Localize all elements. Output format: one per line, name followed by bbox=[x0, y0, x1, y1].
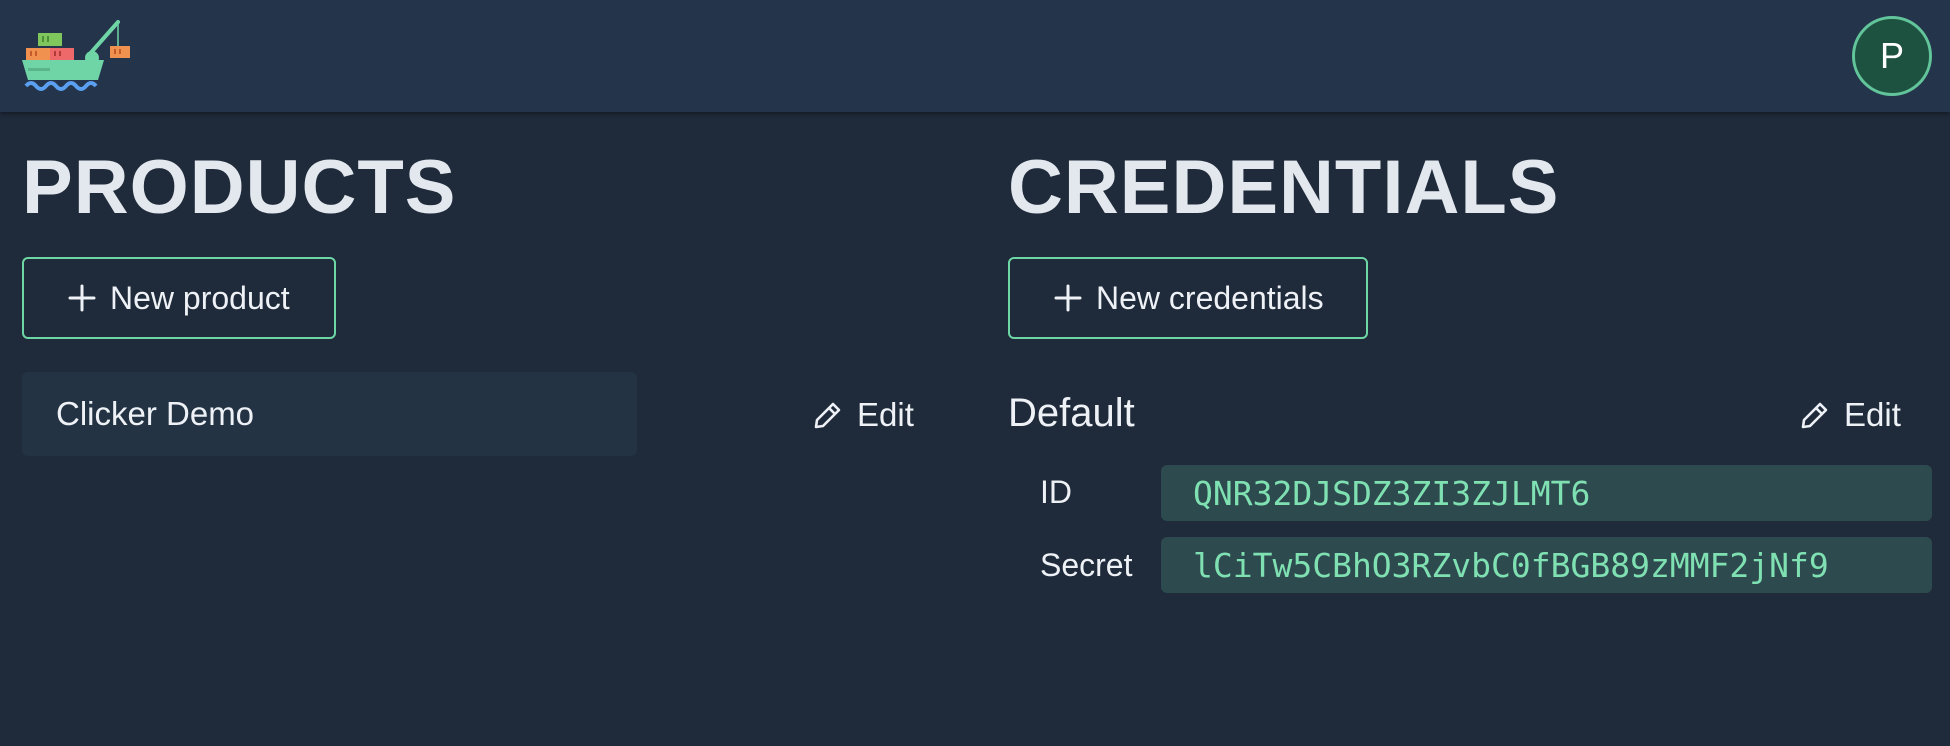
id-value-field[interactable]: QNR32DJSDZ3ZI3ZJLMT6 bbox=[1161, 465, 1932, 521]
secret-value-field[interactable]: lCiTw5CBhO3RZvbC0fBGB89zMMF2jNf9 bbox=[1161, 537, 1932, 593]
credentials-title: CREDENTIALS bbox=[1008, 145, 1560, 230]
plus-icon bbox=[1054, 284, 1082, 312]
secret-label: Secret bbox=[1040, 547, 1133, 583]
edit-product-button[interactable]: Edit bbox=[813, 394, 914, 436]
pencil-icon bbox=[814, 402, 841, 429]
avatar[interactable]: P bbox=[1852, 16, 1932, 96]
edit-product-label: Edit bbox=[857, 396, 914, 433]
products-title: PRODUCTS bbox=[22, 145, 457, 230]
secret-value: lCiTw5CBhO3RZvbC0fBGB89zMMF2jNf9 bbox=[1193, 545, 1829, 585]
top-bar: P bbox=[0, 0, 1950, 112]
product-item[interactable]: Clicker Demo bbox=[22, 372, 637, 456]
credential-name: Default bbox=[1008, 391, 1135, 435]
avatar-initial: P bbox=[1879, 35, 1904, 76]
new-product-button[interactable]: New product bbox=[22, 257, 336, 339]
product-name: Clicker Demo bbox=[56, 395, 255, 432]
edit-credentials-button[interactable]: Edit bbox=[1800, 394, 1901, 436]
new-product-label: New product bbox=[110, 279, 290, 316]
plus-icon bbox=[68, 284, 96, 312]
id-value: QNR32DJSDZ3ZI3ZJLMT6 bbox=[1193, 473, 1591, 513]
cargo-ship-icon[interactable] bbox=[20, 18, 136, 94]
new-credentials-label: New credentials bbox=[1096, 279, 1324, 316]
id-label: ID bbox=[1040, 474, 1072, 510]
pencil-icon bbox=[1801, 402, 1828, 429]
edit-credentials-label: Edit bbox=[1844, 396, 1901, 433]
new-credentials-button[interactable]: New credentials bbox=[1008, 257, 1368, 339]
